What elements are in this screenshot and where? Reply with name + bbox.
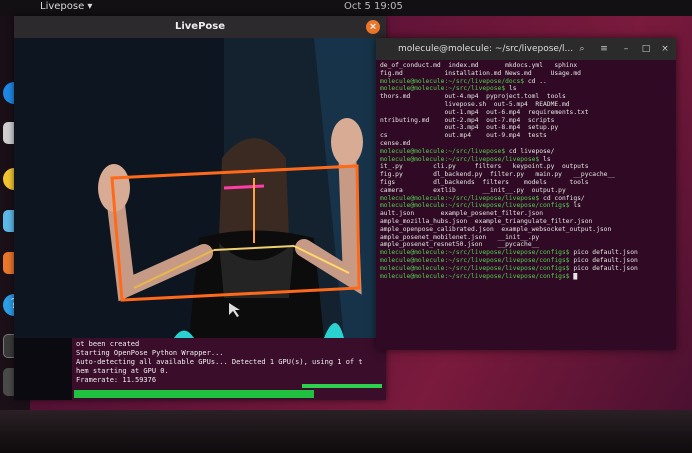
terminal-text: pico default.json	[569, 264, 638, 272]
terminal-line: molecule@molecule:~/src/livepose/livepos…	[380, 257, 672, 265]
terminal-line: fig.md installation.md News.md Usage.md	[380, 70, 672, 78]
terminal-prompt: molecule@molecule:~/src/livepose/docs$	[380, 77, 525, 85]
terminal-line: ample_posenet_mobilenet.json __init__.py	[380, 234, 672, 242]
terminal-line: molecule@molecule:~/src/livepose/docs$ c…	[380, 78, 672, 86]
terminal-line: cs out.mp4 out-9.mp4 tests	[380, 132, 672, 140]
close-icon[interactable]: ×	[659, 43, 671, 55]
terminal-text: out-3.mp4 out-8.mp4 setup.py	[380, 124, 559, 132]
terminal-text: ample_openpose_calibrated.json example_w…	[380, 225, 612, 233]
terminal-title-bar[interactable]: molecule@molecule: ~/src/livepose/l... ⌕…	[376, 38, 676, 60]
terminal-text: out-1.mp4 out-6.mp4 requirements.txt	[380, 108, 589, 116]
terminal-prompt: molecule@molecule:~/src/livepose$	[380, 85, 506, 93]
terminal-title: molecule@molecule: ~/src/livepose/l...	[398, 44, 574, 54]
terminal-line: de_of_conduct.md index.md mkdocs.yml sph…	[380, 62, 672, 70]
console-highlight	[302, 384, 382, 388]
terminal-text: ntributing.md out-2.mp4 out-7.mp4 script…	[380, 116, 555, 124]
terminal-text: livepose.sh out-5.mp4 README.md	[380, 100, 570, 108]
terminal-line: out-1.mp4 out-6.mp4 requirements.txt	[380, 109, 672, 117]
terminal-line: ault.json example_posenet_filter.json	[380, 210, 672, 218]
search-icon[interactable]: ⌕	[576, 43, 588, 55]
top-bar: Livepose ▾ Oct 5 19:05	[0, 0, 692, 16]
terminal-text: cense.md	[380, 139, 411, 147]
terminal-line: thors.md out-4.mp4 pyproject.toml tools	[380, 93, 672, 101]
terminal-text: ample_mozilla_hubs.json example_triangul…	[380, 217, 593, 225]
terminal-text: camera extlib __init__.py output.py	[380, 186, 566, 194]
terminal-text: fig.md installation.md News.md Usage.md	[380, 69, 581, 77]
maximize-icon[interactable]: □	[640, 43, 652, 55]
photo-of-monitor: Livepose ▾ Oct 5 19:05 ? LivePose ×	[0, 0, 692, 453]
terminal-line: molecule@molecule:~/src/livepose$ cd liv…	[380, 148, 672, 156]
terminal-prompt: molecule@molecule:~/src/livepose/livepos…	[380, 272, 570, 280]
terminal-text: ault.json example_posenet_filter.json	[380, 210, 544, 218]
livepose-title-bar[interactable]: LivePose ×	[14, 16, 386, 38]
terminal-line: molecule@molecule:~/src/livepose/livepos…	[380, 265, 672, 273]
terminal-text: cd ..	[524, 77, 547, 85]
terminal-line: molecule@molecule:~/src/livepose/livepos…	[380, 156, 672, 164]
terminal-line: cense.md	[380, 140, 672, 148]
console-line: ot been created	[76, 340, 140, 348]
terminal-line: ntributing.md out-2.mp4 out-7.mp4 script…	[380, 117, 672, 125]
terminal-line: molecule@molecule:~/src/livepose$ ls	[380, 85, 672, 93]
terminal-line: molecule@molecule:~/src/livepose/livepos…	[380, 202, 672, 210]
terminal-line: fig.py dl_backend.py filter.py main.py _…	[380, 171, 672, 179]
terminal-text: fig.py dl_backend.py filter.py main.py _…	[380, 171, 616, 179]
terminal-line: out-3.mp4 out-8.mp4 setup.py	[380, 124, 672, 132]
terminal-prompt: molecule@molecule:~/src/livepose/livepos…	[380, 202, 570, 210]
terminal-text: cs out.mp4 out-9.mp4 tests	[380, 132, 547, 140]
window-title: LivePose	[174, 21, 226, 32]
clock[interactable]: Oct 5 19:05	[344, 1, 403, 12]
app-menu[interactable]: Livepose ▾	[40, 1, 92, 12]
console-line: Auto-detecting all available GPUs... Det…	[76, 358, 363, 366]
minimize-icon[interactable]: –	[620, 43, 632, 55]
terminal-line: figs dl_backends filters models tools	[380, 179, 672, 187]
terminal-prompt: molecule@molecule:~/src/livepose/livepos…	[380, 249, 570, 257]
terminal-line: molecule@molecule:~/src/livepose/livepos…	[380, 273, 672, 281]
terminal-text: █	[569, 272, 578, 280]
terminal-text: pico default.json	[569, 249, 638, 257]
terminal-window[interactable]: molecule@molecule: ~/src/livepose/l... ⌕…	[376, 38, 676, 350]
terminal-text: figs dl_backends filters models tools	[380, 178, 589, 186]
terminal-text: ls	[505, 85, 517, 93]
terminal-text: ls	[539, 155, 551, 163]
terminal-line: ample_posenet_resnet50.json __pycache__	[380, 241, 672, 249]
terminal-line: it_.py cli.py filters keypoint.py output…	[380, 163, 672, 171]
terminal-text: cd livepose/	[505, 147, 555, 155]
terminal-line: ample_openpose_calibrated.json example_w…	[380, 226, 672, 234]
terminal-prompt: molecule@molecule:~/src/livepose/livepos…	[380, 194, 540, 202]
menu-icon[interactable]: ≡	[598, 43, 610, 55]
terminal-text: pico default.json	[569, 256, 638, 264]
close-icon[interactable]: ×	[366, 20, 380, 34]
terminal-text: cd configs/	[539, 194, 585, 202]
terminal-line: camera extlib __init__.py output.py	[380, 187, 672, 195]
console-output: ot been created Starting OpenPose Python…	[72, 338, 386, 400]
terminal-text: ample_posenet_mobilenet.json __init__.py	[380, 233, 540, 241]
terminal-prompt: molecule@molecule:~/src/livepose/livepos…	[380, 256, 570, 264]
console-line: hem starting at GPU 0.	[76, 367, 169, 375]
console-line: Starting OpenPose Python Wrapper...	[76, 349, 224, 357]
terminal-text: ls	[569, 202, 581, 210]
terminal-prompt: molecule@molecule:~/src/livepose/livepos…	[380, 264, 570, 272]
terminal-line: livepose.sh out-5.mp4 README.md	[380, 101, 672, 109]
terminal-line: ample_mozilla_hubs.json example_triangul…	[380, 218, 672, 226]
console-status-bar	[74, 390, 314, 398]
camera-feed	[14, 38, 386, 338]
livepose-window[interactable]: LivePose × ot been created Starting Open…	[14, 16, 386, 400]
pose-overlay	[14, 38, 386, 338]
terminal-text: thors.md out-4.mp4 pyproject.toml tools	[380, 93, 566, 101]
terminal-text: it_.py cli.py filters keypoint.py output…	[380, 163, 589, 171]
terminal-line: molecule@molecule:~/src/livepose/livepos…	[380, 195, 672, 203]
terminal-output[interactable]: de_of_conduct.md index.md mkdocs.yml sph…	[380, 62, 672, 348]
terminal-line: molecule@molecule:~/src/livepose/livepos…	[380, 249, 672, 257]
terminal-text: ample_posenet_resnet50.json __pycache__	[380, 241, 540, 249]
monitor-bezel	[0, 410, 692, 453]
terminal-prompt: molecule@molecule:~/src/livepose$	[380, 147, 506, 155]
terminal-prompt: molecule@molecule:~/src/livepose/livepos…	[380, 155, 540, 163]
terminal-text: de_of_conduct.md index.md mkdocs.yml sph…	[380, 62, 578, 69]
